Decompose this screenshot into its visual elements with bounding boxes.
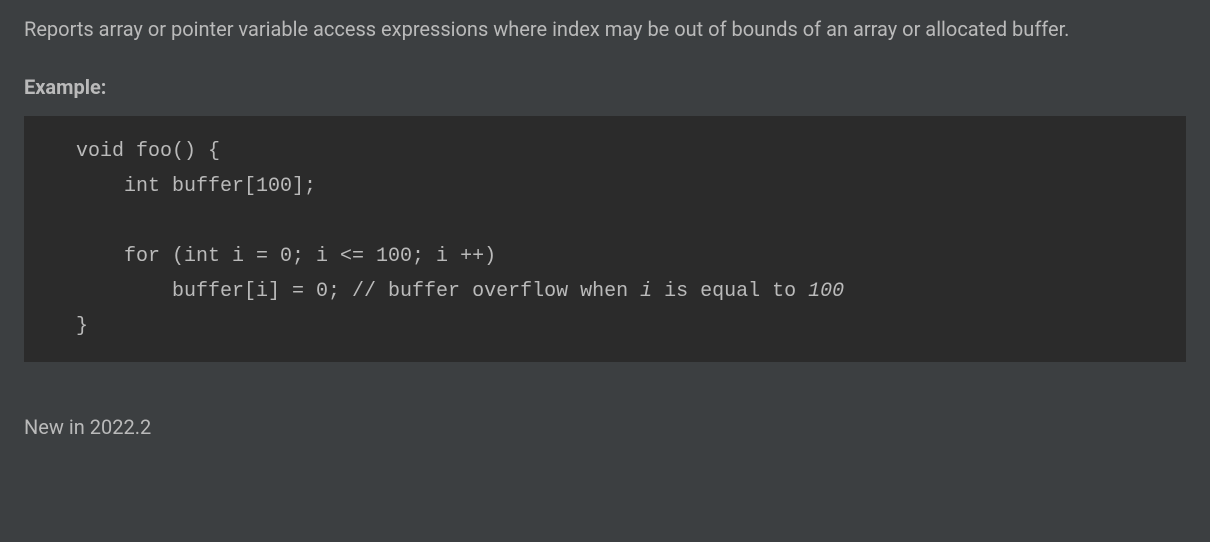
code-line-5-mid: is equal to (652, 280, 808, 303)
code-line-5-num: 100 (808, 280, 844, 303)
version-note: New in 2022.2 (24, 412, 1186, 442)
code-line-2: int buffer[100]; (76, 175, 316, 198)
code-line-4: for (int i = 0; i <= 100; i ++) (76, 245, 496, 268)
code-example-block: void foo() { int buffer[100]; for (int i… (24, 116, 1186, 362)
code-line-1: void foo() { (76, 140, 220, 163)
inspection-description: Reports array or pointer variable access… (24, 14, 1186, 44)
code-line-5-pre: buffer[i] = 0; // buffer overflow when (76, 280, 640, 303)
code-line-5-var-i: i (640, 280, 652, 303)
example-heading: Example: (24, 72, 1186, 102)
code-line-6: } (76, 315, 88, 338)
